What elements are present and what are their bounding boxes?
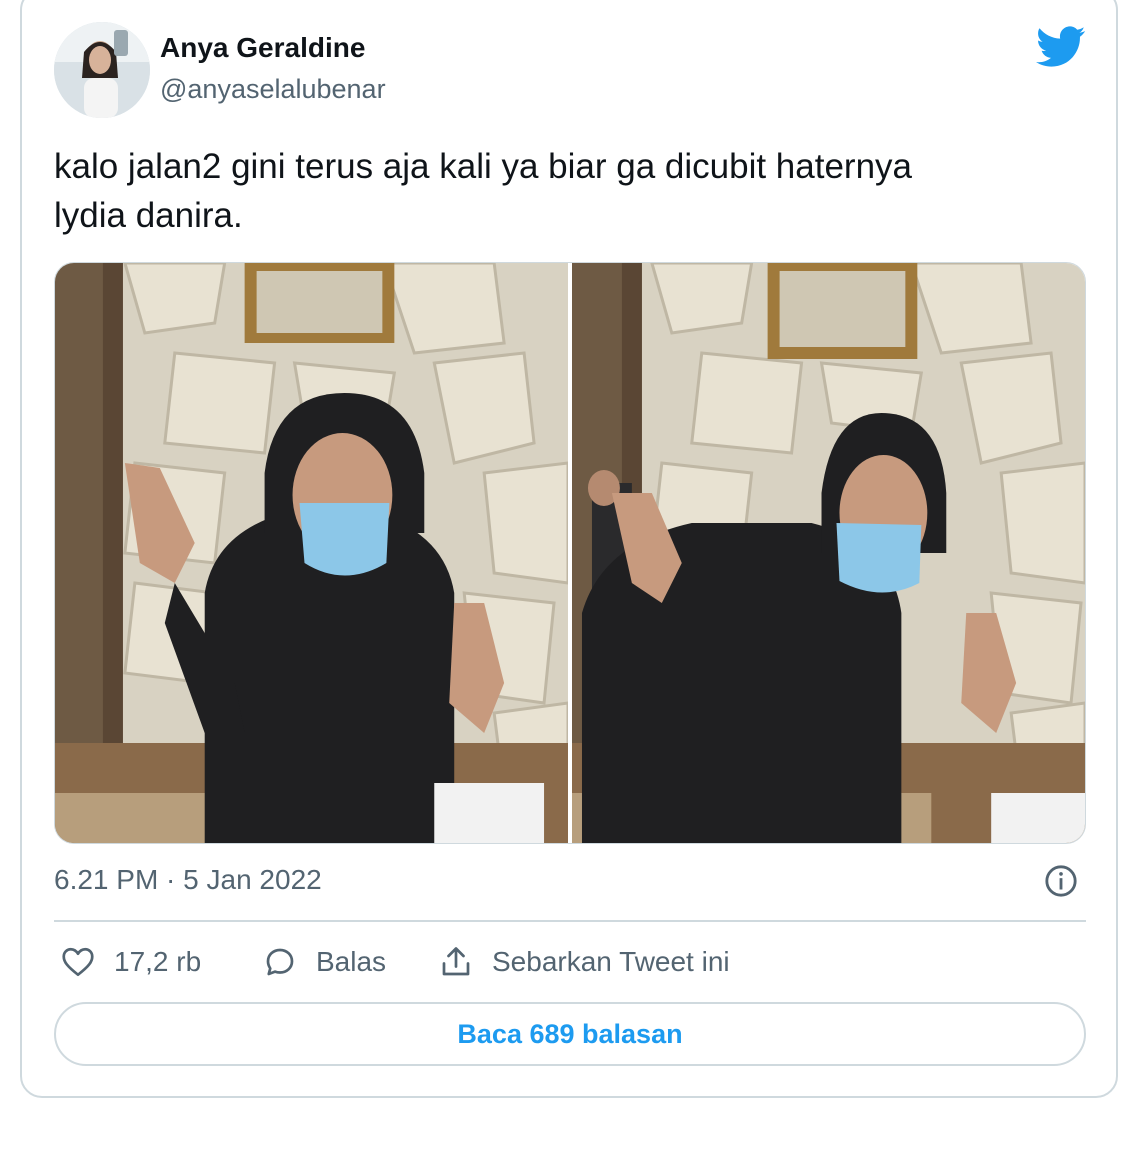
share-label: Sebarkan Tweet ini: [492, 946, 730, 977]
like-button[interactable]: 17,2 rb: [60, 942, 201, 982]
author-name[interactable]: Anya Geraldine: [160, 32, 365, 64]
tweet-photo-2[interactable]: [572, 263, 1085, 843]
tweet-timestamp[interactable]: 6.21 PM · 5 Jan 2022: [54, 864, 322, 896]
read-replies-button[interactable]: Baca 689 balasan: [54, 1002, 1086, 1066]
speech-bubble-icon: [266, 948, 294, 976]
tweet-text-line-1: kalo jalan2 gini terus aja kali ya biar …: [54, 147, 913, 186]
avatar-photo: [54, 22, 150, 118]
photo-1-image: [55, 263, 568, 843]
like-count: 17,2 rb: [114, 946, 202, 977]
read-replies-label: Baca 689 balasan: [457, 1018, 683, 1049]
media-grid: [54, 262, 1086, 844]
heart-icon: [62, 947, 94, 977]
share-button[interactable]: Sebarkan Tweet ini: [438, 942, 730, 982]
tweet-photo-1[interactable]: [55, 263, 568, 843]
tweet-text: kalo jalan2 gini terus aja kali ya biar …: [54, 142, 1084, 240]
photo-2-image: [572, 263, 1085, 843]
author-handle[interactable]: @anyaselalubenar: [160, 74, 386, 105]
share-upload-icon: [442, 947, 470, 976]
info-icon[interactable]: [1044, 864, 1078, 898]
divider: [54, 920, 1086, 922]
avatar[interactable]: [54, 22, 150, 118]
twitter-bird-icon[interactable]: [1036, 26, 1086, 68]
reply-button[interactable]: Balas: [262, 942, 386, 982]
reply-label: Balas: [316, 946, 387, 977]
tweet-text-line-2: lydia danira.: [54, 196, 243, 235]
